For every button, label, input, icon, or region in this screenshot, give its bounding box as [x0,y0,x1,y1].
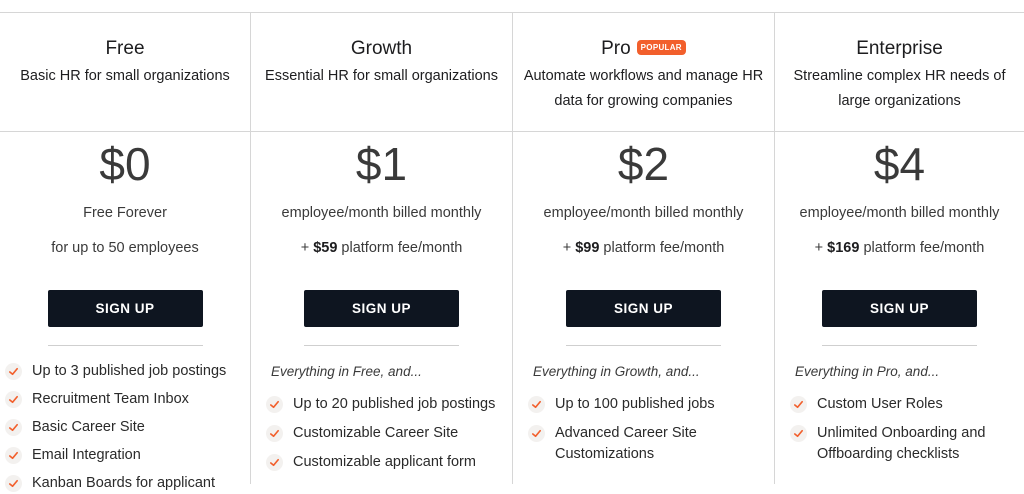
features-intro: Everything in Free, and... [271,364,422,379]
fee-amount: $99 [575,240,600,256]
check-icon [5,419,22,436]
plan-name: Free [105,38,144,60]
divider [304,345,459,346]
fee-prefix: + [562,240,576,256]
check-icon [5,475,22,492]
plan-card-enterprise: Enterprise Streamline complex HR needs o… [775,13,1024,484]
plan-fee: for up to 50 employees [0,239,250,257]
plan-card-growth: Growth Essential HR for small organizati… [251,13,513,484]
check-icon [790,396,807,413]
list-item: Up to 100 published jobs [528,394,774,415]
fee-prefix: + [300,240,314,256]
list-item: Email Integration [5,445,250,466]
fee-prefix: + [814,240,828,256]
sign-up-button[interactable]: SIGN UP [47,290,203,327]
list-item: Unlimited Onboarding and Offboarding che… [790,423,1024,465]
sign-up-button[interactable]: SIGN UP [566,290,721,327]
plan-description: Streamline complex HR needs of large org… [793,68,1006,109]
plan-fee: + $99 platform fee/month [513,239,774,257]
plan-description: Essential HR for small organizations [265,68,498,84]
plan-name-text: Enterprise [856,38,943,59]
plan-card-pro: Pro POPULAR Automate workflows and manage… [513,13,775,484]
list-item: Advanced Career Site Customizations [528,423,774,465]
sign-up-button[interactable]: SIGN UP [304,290,459,327]
check-icon [266,425,283,442]
list-item: Customizable applicant form [266,452,512,473]
plan-price: $1 [355,138,408,190]
fee-suffix: platform fee/month [859,240,985,256]
feature-label: Email Integration [32,447,141,463]
plan-fee: + $59 platform fee/month [251,239,512,257]
feature-label: Customizable Career Site [293,425,459,441]
check-icon [5,391,22,408]
divider [566,345,721,346]
plan-billing: employee/month billed monthly [543,205,744,221]
feature-label: Advanced Career Site Customizations [555,425,697,462]
feature-label: Customizable applicant form [293,454,476,470]
feature-label: Recruitment Team Inbox [32,391,189,407]
feature-list: Up to 3 published job postings Recruitme… [0,361,250,494]
check-icon [266,454,283,471]
feature-list: Up to 100 published jobs Advanced Career… [513,394,774,465]
list-item: Basic Career Site [5,417,250,438]
feature-label: Unlimited Onboarding and Offboarding che… [817,425,986,462]
sign-up-button[interactable]: SIGN UP [822,290,977,327]
plan-billing: employee/month billed monthly [281,205,482,221]
feature-list: Custom User Roles Unlimited Onboarding a… [775,394,1024,465]
check-icon [5,363,22,380]
plan-price: $0 [99,138,151,190]
plan-name-text: Free [105,38,145,59]
feature-label: Up to 3 published job postings [32,363,227,379]
plan-header: Pro POPULAR Automate workflows and manage… [513,13,774,132]
list-item: Recruitment Team Inbox [5,389,250,410]
fee-amount: $59 [313,240,338,256]
fee-suffix: platform fee/month [599,240,725,256]
fee-suffix: platform fee/month [337,240,463,256]
feature-label: Kanban Boards for applicant [32,475,215,491]
plan-name: Growth [351,38,412,60]
feature-label: Up to 20 published job postings [293,396,496,412]
plan-header: Free Basic HR for small organizations [0,13,250,132]
plan-name: Enterprise [856,38,943,60]
divider [822,345,977,346]
plan-billing: employee/month billed monthly [799,205,1000,221]
fee-text: for up to 50 employees [51,240,199,256]
plan-card-free: Free Basic HR for small organizations $0… [0,13,251,492]
plan-name: Pro POPULAR [601,38,686,60]
divider [47,345,203,346]
plan-name-text: Growth [350,38,413,59]
pricing-grid: Free Basic HR for small organizations $0… [0,12,1024,492]
check-icon [790,425,807,442]
fee-amount: $169 [827,240,860,256]
check-icon [528,396,545,413]
check-icon [5,447,22,464]
list-item: Up to 3 published job postings [5,361,250,382]
features-intro: Everything in Pro, and... [795,364,940,379]
features-intro: Everything in Growth, and... [533,364,700,379]
plan-price: $2 [617,138,670,190]
plan-billing: Free Forever [83,205,167,221]
plan-description: Automate workflows and manage HR data fo… [523,68,764,109]
plan-name-text: Pro [601,38,631,59]
feature-label: Up to 100 published jobs [555,396,715,412]
popular-badge: POPULAR [636,39,686,55]
plan-fee: + $169 platform fee/month [775,239,1024,257]
plan-price: $4 [873,138,926,190]
plan-description: Basic HR for small organizations [20,68,230,84]
check-icon [266,396,283,413]
list-item: Custom User Roles [790,394,1024,415]
feature-label: Basic Career Site [32,419,145,435]
list-item: Customizable Career Site [266,423,512,444]
plan-header: Enterprise Streamline complex HR needs o… [775,13,1024,132]
feature-list: Up to 20 published job postings Customiz… [251,394,512,473]
plan-header: Growth Essential HR for small organizati… [251,13,512,132]
feature-label: Custom User Roles [817,396,943,412]
list-item: Kanban Boards for applicant [5,473,250,494]
check-icon [528,425,545,442]
list-item: Up to 20 published job postings [266,394,512,415]
